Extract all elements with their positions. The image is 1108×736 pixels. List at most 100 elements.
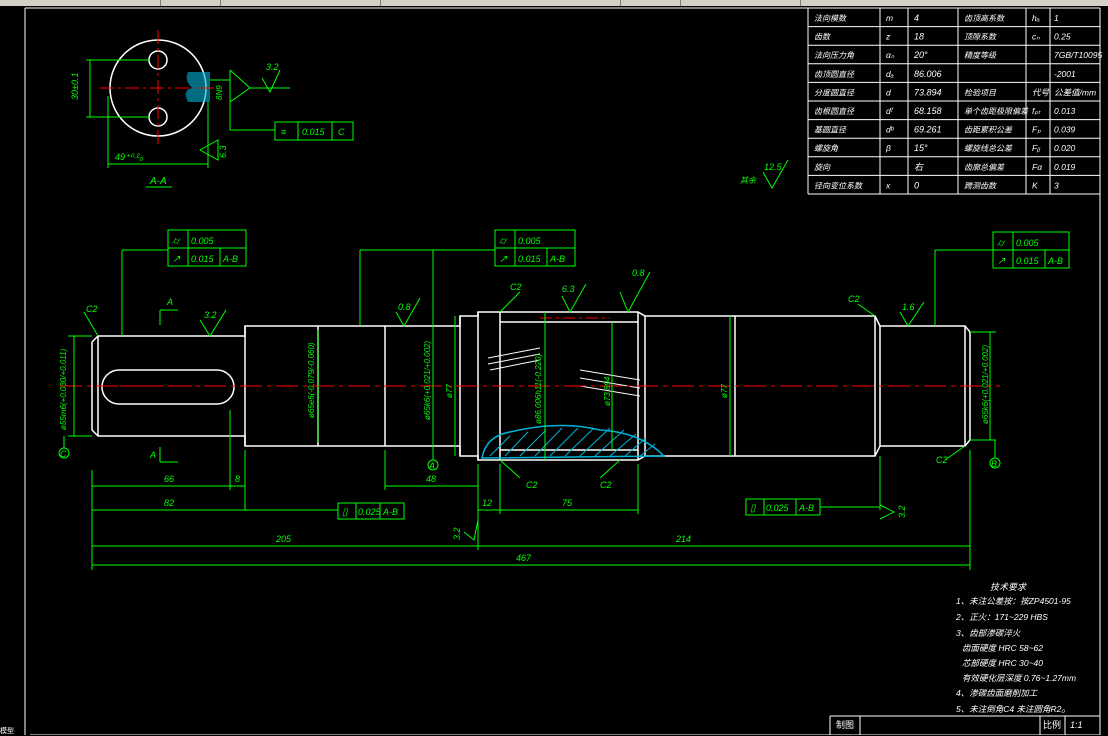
drawing-frame: [24, 7, 1101, 735]
length-dim: 467: [516, 553, 532, 563]
tol-val: 0.005: [518, 236, 542, 246]
chamfer-label: C2: [510, 282, 522, 292]
chamfer-label: C2: [86, 304, 98, 314]
param-value-2: 1: [1054, 13, 1059, 23]
param-symbol-2: 代号: [1032, 87, 1050, 97]
param-value: 15°: [914, 143, 928, 153]
param-symbol: d: [886, 87, 891, 97]
par-val: 0.025: [358, 507, 382, 517]
roughness-label: 3.2: [204, 310, 217, 320]
param-symbol: dᵇ: [886, 125, 895, 135]
param-value: 右: [914, 162, 924, 172]
par-val: 0.025: [766, 503, 790, 513]
chamfer-label: C2: [848, 294, 860, 304]
length-dim: 12: [482, 498, 492, 508]
dimension-lines: [58, 159, 1001, 570]
param-value-2: 0.019: [1054, 162, 1076, 172]
datum-c: C: [60, 449, 67, 459]
param-symbol-2: Fₚ: [1032, 125, 1041, 135]
param-name-2: 检验项目: [964, 88, 997, 97]
param-name-2: 齿距累积公差: [964, 126, 1013, 135]
length-dim: 66: [164, 474, 174, 484]
param-value-2: 0.020: [1054, 143, 1076, 153]
section-keyway-hatch: [185, 72, 210, 102]
param-value: 18: [914, 32, 924, 42]
section-mark: A: [149, 450, 156, 460]
param-name-2: 顶隙系数: [964, 33, 997, 42]
param-value-2: 0.013: [1054, 106, 1076, 116]
param-name: 法向模数: [814, 14, 847, 23]
title-block: 制图 比例 1:1: [829, 715, 1100, 735]
param-name: 旋向: [814, 163, 831, 172]
param-symbol: β: [885, 143, 891, 153]
roughness-label: 3.2: [897, 505, 907, 518]
section-tol-symbol: ≡: [281, 127, 286, 137]
tol-val: 0.005: [1016, 238, 1040, 248]
title-scale: 1:1: [1070, 720, 1083, 730]
param-symbol-2: Fα: [1032, 162, 1043, 172]
tech-line: 2、正火：171~229 HBS: [955, 612, 1048, 622]
diameter-label: ø73.894: [603, 376, 612, 406]
tol-sym: ↗: [499, 254, 508, 265]
title-cell-1: 制图: [836, 719, 854, 730]
diameter-label: ø55m6(+0.030/+0.011): [59, 348, 68, 430]
param-symbol-2: K: [1032, 180, 1038, 190]
param-value: 0: [914, 180, 919, 190]
section-roughness-2: 6.3: [218, 145, 228, 158]
section-view-aa: 30±0.1 49⁺⁰·²₀ 8N9 3.2 6.3 ≡ 0.015 C A-A: [70, 30, 354, 188]
tol-datum: A-B: [222, 254, 238, 264]
rest-roughness-label: 其余: [740, 176, 757, 185]
param-symbol: m: [886, 13, 893, 23]
roughness-label: 1.6: [902, 302, 915, 312]
section-mark: A: [166, 297, 173, 307]
length-dim: 75: [562, 498, 573, 508]
section-title: A-A: [149, 176, 167, 187]
param-name: 基圆直径: [814, 126, 847, 135]
tech-line: 有效硬化层深度 0.76~1.27mm: [962, 673, 1076, 683]
diameter-label: ø77: [720, 384, 729, 398]
chamfer-label: C2: [526, 480, 538, 490]
roughness-label: 3.2: [452, 527, 462, 540]
tol-datum: A-B: [1047, 256, 1063, 266]
param-name: 径向变位系数: [814, 181, 863, 190]
model-tab[interactable]: 模型: [0, 726, 60, 735]
roughness-label: 0.8: [398, 302, 411, 312]
param-symbol: x: [885, 180, 891, 190]
helix-lines: [487, 347, 641, 397]
param-symbol-2: cₙ: [1032, 32, 1040, 42]
param-value: 4: [914, 13, 919, 23]
tol-val: 0.015: [1016, 256, 1040, 266]
length-dim: 205: [275, 534, 292, 544]
tol-sym: ⌭: [997, 238, 1006, 249]
param-name-2: 螺旋线总公差: [964, 144, 1013, 153]
param-value-2: 7GB/T10095: [1054, 50, 1102, 60]
tech-title: 技术要求: [990, 582, 1027, 592]
diameter-label: ø77: [445, 384, 454, 398]
param-value: 73.894: [914, 87, 942, 97]
param-value-2: 3: [1054, 180, 1059, 190]
param-name-2: 齿顶高系数: [964, 14, 1005, 23]
tol-sym: ↗: [172, 254, 181, 265]
param-value-2: 0.25: [1054, 32, 1071, 42]
chamfer-label: C2: [600, 480, 612, 490]
tol-val: 0.005: [191, 236, 215, 246]
param-value: 68.158: [914, 106, 942, 116]
section-tol-datum: C: [338, 127, 345, 137]
tech-line: 齿面硬度 HRC 58~62: [962, 643, 1043, 653]
length-dim: 82: [164, 498, 174, 508]
tech-line: 4、渗碳齿面磨削加工: [956, 688, 1039, 698]
cad-drawing-canvas[interactable]: 法向模数 m 4 齿顶高系数 hₐ 1 齿数 z 18 顶隙系数 cₙ 0.25 法向压力角 αₙ 20° 精…: [0, 0, 1108, 735]
param-value-2: 0.039: [1054, 125, 1076, 135]
param-symbol: z: [885, 32, 891, 42]
param-name-2: 精度等级: [964, 51, 997, 60]
tol-sym: ⌭: [499, 236, 508, 247]
tech-line: 5、未注倒角C4 未注圆角R2₀: [956, 704, 1065, 714]
diameter-label: ø65k6(+0.021/+0.002): [423, 340, 432, 420]
datum-b: B: [991, 459, 997, 469]
param-value: 86.006: [914, 69, 942, 79]
tech-line: 芯部硬度 HRC 30~40: [962, 658, 1043, 668]
tol-val: 0.015: [191, 254, 215, 264]
param-value: 20°: [913, 50, 928, 60]
diameter-label: ø65k6(+0.021/+0.002): [981, 344, 990, 424]
param-symbol-2: Fᵦ: [1032, 143, 1041, 153]
